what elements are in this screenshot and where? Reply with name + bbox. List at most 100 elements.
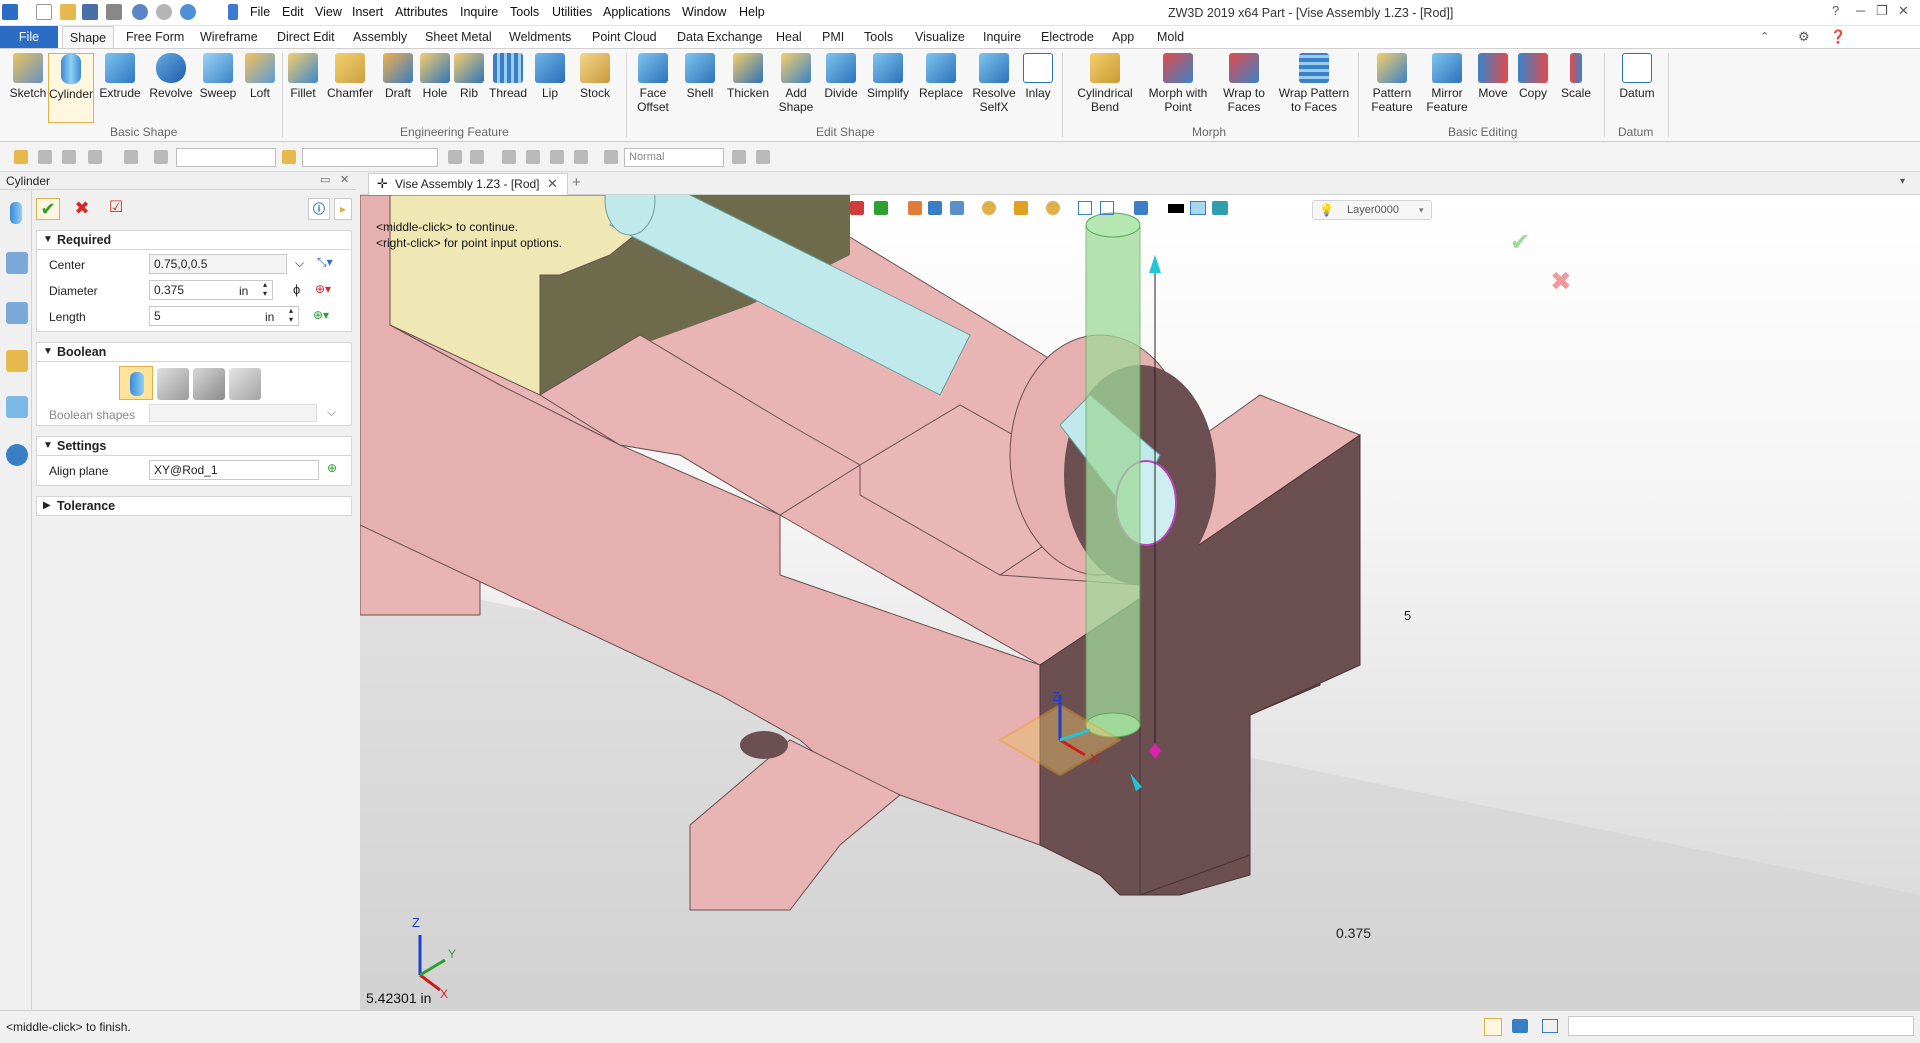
menu-applications[interactable]: Applications (603, 5, 670, 19)
filter-toggle-icon[interactable] (282, 150, 296, 164)
scale-button[interactable]: Scale (1556, 53, 1596, 100)
revolve-button[interactable]: Revolve (148, 53, 194, 100)
tab-file[interactable]: File (0, 26, 58, 48)
datum-button[interactable]: Datum (1614, 53, 1660, 100)
pin-icon[interactable] (574, 150, 588, 164)
tab-pmi[interactable]: PMI (822, 30, 844, 44)
apply-button[interactable]: ☑ (104, 198, 128, 220)
history-filter-icon[interactable] (154, 150, 168, 164)
pick-filter-icon[interactable] (38, 150, 52, 164)
face-offset-button[interactable]: Face Offset (630, 53, 676, 114)
menu-insert[interactable]: Insert (352, 5, 383, 19)
status-display-icon[interactable] (1512, 1019, 1528, 1033)
align-left-icon[interactable] (502, 150, 516, 164)
fillet-button[interactable]: Fillet (286, 53, 320, 100)
document-tab-vise-assembly[interactable]: ✛ Vise Assembly 1.Z3 - [Rod] ✕ (368, 173, 568, 195)
length-drag-handle[interactable] (1149, 255, 1161, 273)
view-layer-icon[interactable] (1212, 201, 1228, 215)
view-shade-icon[interactable] (928, 201, 942, 215)
panel-close-icon[interactable]: ✕ (340, 173, 349, 186)
tab-tools[interactable]: Tools (864, 30, 893, 44)
pin-tab-icon[interactable]: ✛ (377, 174, 388, 194)
divide-button[interactable]: Divide (822, 53, 860, 100)
select-pointer-icon[interactable] (14, 150, 28, 164)
info-button[interactable]: ⓘ (308, 198, 330, 220)
length-measure-icon[interactable]: ⊕▾ (313, 308, 329, 322)
image-icon[interactable] (6, 396, 28, 418)
mounting-hole[interactable] (740, 731, 788, 759)
wrap-to-faces-button[interactable]: Wrap to Faces (1216, 53, 1272, 114)
print-icon[interactable] (106, 4, 122, 20)
tab-sheet-metal[interactable]: Sheet Metal (425, 30, 492, 44)
mirror-feature-button[interactable]: Mirror Feature (1422, 53, 1472, 114)
loft-button[interactable]: Loft (240, 53, 280, 100)
hole-button[interactable]: Hole (418, 53, 452, 100)
length-spinner-icon[interactable]: ▴ ▾ (289, 306, 293, 324)
shell-button[interactable]: Shell (682, 53, 718, 100)
view-color-light-icon[interactable] (1190, 201, 1206, 215)
tab-shape[interactable]: Shape (62, 26, 114, 49)
cylinder-button[interactable]: Cylinder (48, 53, 94, 123)
view-display-icon[interactable] (1134, 201, 1148, 215)
copy-button[interactable]: Copy (1514, 53, 1552, 100)
view-color-black-icon[interactable] (1168, 204, 1184, 213)
point-filter-icon[interactable] (88, 150, 102, 164)
open-file-icon[interactable] (60, 4, 76, 20)
tab-heal[interactable]: Heal (776, 30, 802, 44)
view-select-icon[interactable] (874, 201, 888, 215)
part-icon[interactable] (6, 350, 28, 372)
command-input[interactable] (1568, 1016, 1914, 1036)
diameter-input[interactable]: 0.375 (149, 280, 273, 300)
view-pen-icon[interactable] (908, 201, 922, 215)
boolean-shapes-input[interactable] (149, 404, 317, 422)
filter-combo[interactable] (176, 148, 276, 167)
sweep-button[interactable]: Sweep (196, 53, 240, 100)
expand-panel-button[interactable]: ▸ (334, 198, 352, 220)
rib-button[interactable]: Rib (454, 53, 484, 100)
move-button[interactable]: Move (1474, 53, 1512, 100)
back-arrow-icon[interactable] (228, 4, 238, 20)
undo-icon[interactable] (132, 4, 148, 20)
menu-tools[interactable]: Tools (510, 5, 539, 19)
minimize-icon[interactable]: ─ (1856, 3, 1865, 18)
tab-point-cloud[interactable]: Point Cloud (592, 30, 657, 44)
extrude-button[interactable]: Extrude (98, 53, 142, 100)
model-scene[interactable]: ✔ ✖ (360, 195, 1920, 1010)
tab-mold[interactable]: Mold (1157, 30, 1184, 44)
sketch-button[interactable]: Sketch (8, 53, 48, 100)
status-list-icon[interactable] (1542, 1019, 1558, 1033)
tab-visualize[interactable]: Visualize (915, 30, 965, 44)
pattern-feature-button[interactable]: Pattern Feature (1366, 53, 1418, 114)
boolean-base-button[interactable] (119, 366, 153, 400)
save-icon[interactable] (82, 4, 98, 20)
tab-direct-edit[interactable]: Direct Edit (277, 30, 335, 44)
center-options-icon[interactable]: ⌵ (295, 256, 304, 271)
pick-list-combo[interactable] (302, 148, 438, 167)
viewport-ok-icon[interactable]: ✔ (1510, 228, 1530, 256)
boolean-remove-button[interactable] (193, 368, 225, 400)
tab-free-form[interactable]: Free Form (126, 30, 184, 44)
settings-gear-icon[interactable]: ⚙ (1798, 29, 1810, 45)
length-input[interactable]: 5 (149, 306, 299, 326)
shape-filter-icon[interactable] (124, 150, 138, 164)
diameter-measure-icon[interactable]: ⊕▾ (315, 282, 331, 296)
section-required[interactable]: ▼ Required (36, 230, 352, 250)
new-file-icon[interactable] (36, 4, 52, 20)
menu-window[interactable]: Window (682, 5, 726, 19)
ok-button[interactable]: ✔ (36, 198, 60, 220)
view-filter-icon[interactable] (850, 201, 864, 215)
view-orient-icon[interactable] (982, 201, 996, 215)
status-model-icon[interactable] (1484, 1018, 1502, 1036)
boolean-shapes-expand-icon[interactable]: ⌵ (327, 405, 336, 420)
cancel-button[interactable]: ✖ (70, 198, 94, 220)
align-center-icon[interactable] (526, 150, 540, 164)
simplify-button[interactable]: Simplify (864, 53, 912, 100)
menu-utilities[interactable]: Utilities (552, 5, 592, 19)
boolean-intersect-button[interactable] (229, 368, 261, 400)
view-zoom-icon[interactable] (1046, 201, 1060, 215)
lip-button[interactable]: Lip (534, 53, 566, 100)
tab-wireframe[interactable]: Wireframe (200, 30, 258, 44)
view-fit-icon[interactable] (1078, 201, 1092, 215)
diameter-phi-icon[interactable]: ϕ (293, 282, 300, 297)
close-icon[interactable]: ✕ (1898, 3, 1909, 19)
